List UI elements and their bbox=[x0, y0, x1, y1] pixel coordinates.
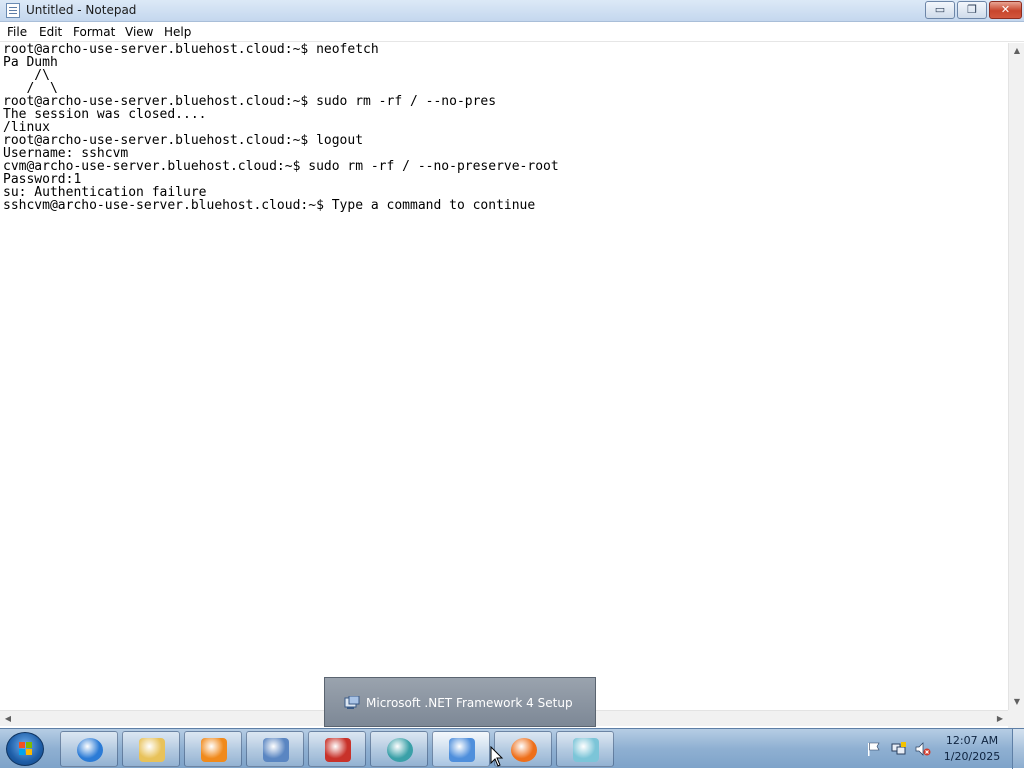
menu-help[interactable]: Help bbox=[164, 25, 191, 39]
start-button[interactable] bbox=[6, 732, 44, 766]
ie-icon bbox=[77, 738, 103, 762]
menu-bar: File Edit Format View Help bbox=[0, 22, 1024, 42]
taskbar-button-toolbox[interactable] bbox=[308, 731, 366, 767]
notepad-icon bbox=[573, 738, 599, 762]
globe-icon bbox=[387, 738, 413, 762]
network-icon bbox=[263, 738, 289, 762]
scroll-down-icon[interactable]: ▼ bbox=[1009, 694, 1024, 710]
taskbar-button-dotnet-setup[interactable] bbox=[432, 731, 490, 767]
text-editor-area[interactable]: root@archo-use-server.bluehost.cloud:~$ … bbox=[0, 43, 1008, 710]
scroll-up-icon[interactable]: ▲ bbox=[1009, 43, 1024, 59]
media-player-icon bbox=[201, 738, 227, 762]
taskbar-button-internet-explorer[interactable] bbox=[60, 731, 118, 767]
menu-edit[interactable]: Edit bbox=[39, 25, 62, 39]
clock-time: 12:07 AM bbox=[945, 734, 999, 747]
system-clock[interactable]: 12:07 AM 1/20/2025 bbox=[936, 733, 1008, 765]
scroll-left-icon[interactable]: ◀ bbox=[0, 711, 16, 727]
taskbar-button-network-computer[interactable] bbox=[246, 731, 304, 767]
minimize-button[interactable]: ▭ bbox=[925, 1, 955, 19]
taskbar-button-windows-explorer[interactable] bbox=[122, 731, 180, 767]
menu-file[interactable]: File bbox=[7, 25, 27, 39]
taskbar: 12:07 AM 1/20/2025 bbox=[0, 728, 1024, 769]
firefox-icon bbox=[511, 738, 537, 762]
tooltip-text: Microsoft .NET Framework 4 Setup bbox=[366, 696, 573, 710]
show-desktop-button[interactable] bbox=[1012, 729, 1024, 769]
taskbar-button-notepad[interactable] bbox=[556, 731, 614, 767]
close-button[interactable]: ✕ bbox=[989, 1, 1022, 19]
action-center-flag-icon[interactable] bbox=[866, 741, 882, 757]
windows-logo-icon bbox=[19, 742, 33, 756]
taskbar-preview-tooltip[interactable]: Microsoft .NET Framework 4 Setup bbox=[324, 677, 596, 727]
scrollbar-corner bbox=[1008, 710, 1024, 728]
editor-text[interactable]: root@archo-use-server.bluehost.cloud:~$ … bbox=[3, 43, 559, 212]
taskbar-button-globe-app[interactable] bbox=[370, 731, 428, 767]
notepad-app-icon bbox=[6, 3, 20, 18]
toolbox-icon bbox=[325, 738, 351, 762]
title-bar[interactable]: Untitled - Notepad ▭ ❐ ✕ bbox=[0, 0, 1024, 22]
notepad-window: Untitled - Notepad ▭ ❐ ✕ File Edit Forma… bbox=[0, 0, 1024, 728]
setup-monitor-icon bbox=[449, 738, 475, 762]
menu-format[interactable]: Format bbox=[73, 25, 115, 39]
mouse-cursor-icon bbox=[490, 746, 504, 767]
maximize-button[interactable]: ❐ bbox=[957, 1, 987, 19]
clock-date: 1/20/2025 bbox=[943, 750, 1001, 763]
setup-icon bbox=[344, 696, 360, 709]
window-title: Untitled - Notepad bbox=[26, 3, 137, 17]
volume-muted-icon[interactable] bbox=[915, 741, 931, 757]
scroll-right-icon[interactable]: ▶ bbox=[992, 711, 1008, 727]
vertical-scrollbar[interactable]: ▲ ▼ bbox=[1008, 43, 1024, 710]
menu-view[interactable]: View bbox=[125, 25, 153, 39]
taskbar-button-media-player[interactable] bbox=[184, 731, 242, 767]
folder-icon bbox=[139, 738, 165, 762]
network-icon[interactable] bbox=[891, 741, 907, 757]
